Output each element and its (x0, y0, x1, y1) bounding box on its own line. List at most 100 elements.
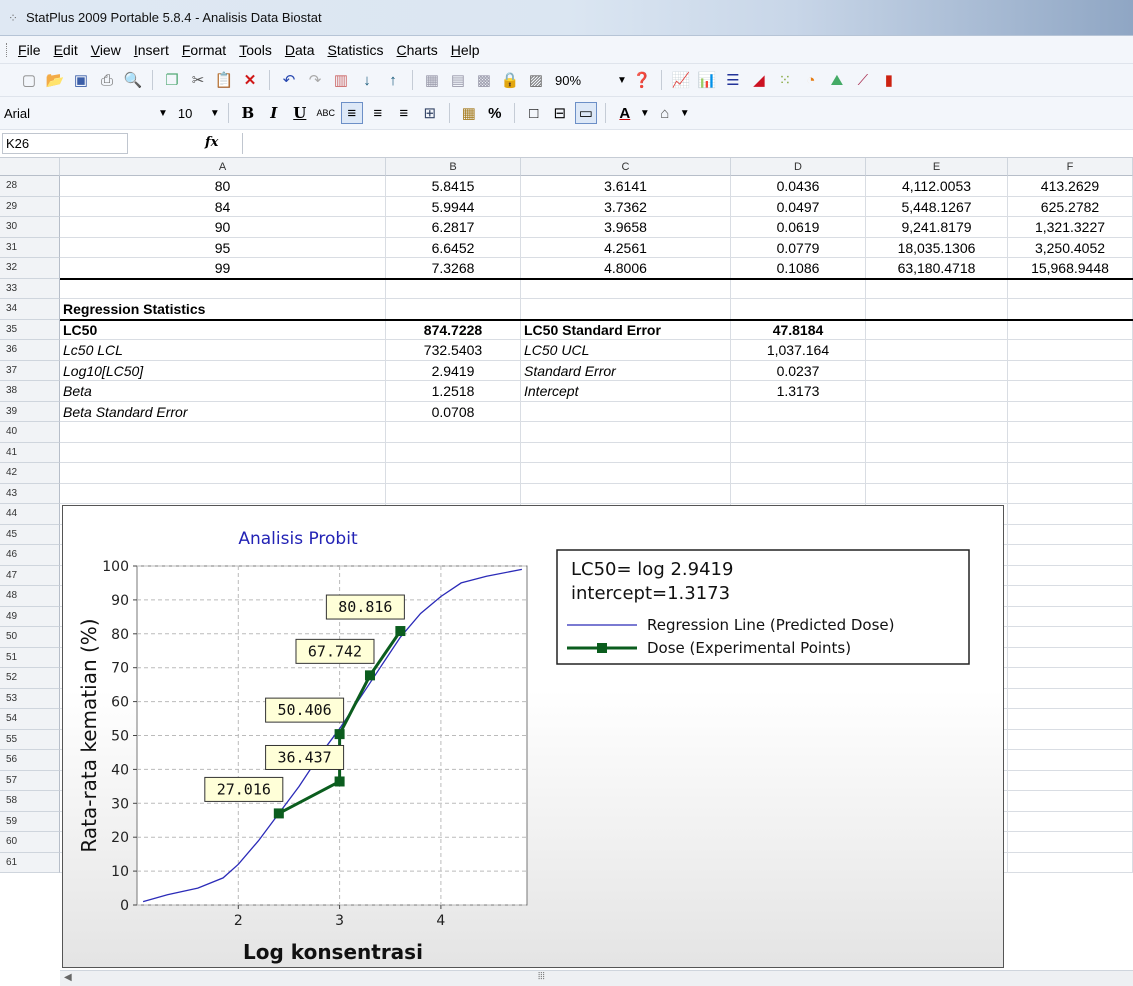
grid-cell[interactable]: 90 (60, 217, 386, 238)
grid-cell[interactable]: 732.5403 (386, 340, 521, 361)
grid-cell[interactable] (60, 442, 386, 463)
row-header[interactable]: 28 (0, 176, 60, 197)
grid-cell[interactable] (1008, 832, 1133, 853)
grid-cell[interactable]: 0.1086 (731, 258, 866, 279)
grid-cell[interactable] (866, 340, 1008, 361)
grid-cell[interactable]: 6.2817 (386, 217, 521, 238)
grid-cell[interactable] (386, 463, 521, 484)
font-select[interactable]: Arial (4, 106, 154, 121)
grid-cell[interactable] (866, 442, 1008, 463)
grid-cell[interactable] (866, 401, 1008, 422)
italic-icon[interactable]: I (263, 102, 285, 124)
zoom-select[interactable]: 90% (551, 73, 613, 88)
grid-cell[interactable] (731, 442, 866, 463)
grid-cell[interactable] (866, 319, 1008, 340)
grid-cell[interactable] (866, 463, 1008, 484)
grid-icon[interactable]: ▦ (421, 69, 443, 91)
column-header-a[interactable]: A (60, 158, 386, 176)
grid-cell[interactable] (1008, 299, 1133, 320)
scrollbar-grip-icon[interactable]: ⦙⦙⦙ (538, 971, 545, 982)
align-center-icon[interactable]: ≡ (367, 102, 389, 124)
grid-cell[interactable]: 0.0708 (386, 401, 521, 422)
table-icon[interactable]: ▤ (447, 69, 469, 91)
menu-statistics[interactable]: Statistics (327, 42, 383, 58)
row-header[interactable]: 29 (0, 196, 60, 217)
sort-ascending-icon[interactable]: ↓ (356, 69, 378, 91)
grid-cell[interactable] (1008, 606, 1133, 627)
chart-object[interactable]: 0 10 20 30 40 50 60 70 80 90 100 2 3 4 Analisis Probit… (62, 505, 1004, 968)
grid-cell[interactable]: 3.6141 (521, 176, 731, 197)
align-left-icon[interactable]: ≡ (340, 102, 363, 124)
row-header[interactable]: 36 (0, 340, 60, 361)
clear-icon[interactable]: ▨ (525, 69, 547, 91)
grid-cell[interactable] (1008, 791, 1133, 812)
function-icon[interactable]: fx (205, 135, 218, 150)
grid-cell[interactable] (1008, 360, 1133, 381)
grid-cell[interactable] (731, 483, 866, 504)
menu-view[interactable]: View (91, 42, 121, 58)
font-color-dropdown-icon[interactable]: ▼ (640, 108, 650, 119)
row-header[interactable]: 61 (0, 852, 60, 873)
grid-cell[interactable] (1008, 647, 1133, 668)
grid-cell[interactable] (60, 278, 386, 299)
row-header[interactable]: 53 (0, 688, 60, 709)
font-dropdown-icon[interactable]: ▼ (158, 108, 168, 119)
grid-cell[interactable]: 1.3173 (731, 381, 866, 402)
grid-cell[interactable] (521, 442, 731, 463)
name-box[interactable]: K26 (2, 133, 128, 154)
bar-chart-icon[interactable]: 📊 (696, 69, 718, 91)
row-header[interactable]: 35 (0, 319, 60, 340)
grid-cell[interactable] (1008, 319, 1133, 340)
column-header-c[interactable]: C (521, 158, 731, 176)
row-header[interactable]: 37 (0, 360, 60, 381)
grid-cell[interactable] (1008, 463, 1133, 484)
row-header[interactable]: 40 (0, 422, 60, 443)
grid-cell[interactable]: Beta (60, 381, 386, 402)
radar-chart-icon[interactable]: ⟋ (852, 69, 874, 91)
column-header-b[interactable]: B (386, 158, 521, 176)
row-header[interactable]: 34 (0, 299, 60, 320)
border-bottom-icon[interactable]: ▭ (574, 102, 597, 124)
scatter-chart-icon[interactable]: ⁙ (774, 69, 796, 91)
menu-tools[interactable]: Tools (239, 42, 272, 58)
fill-color-icon[interactable]: ⌂ (654, 102, 676, 124)
row-header[interactable]: 47 (0, 565, 60, 586)
grid-cell[interactable] (866, 278, 1008, 299)
zoom-dropdown-icon[interactable]: ▼ (617, 75, 627, 86)
grid-cell[interactable] (1008, 340, 1133, 361)
grid-cell[interactable]: 3.9658 (521, 217, 731, 238)
grid-cell[interactable]: 0.0237 (731, 360, 866, 381)
align-right-icon[interactable]: ≡ (393, 102, 415, 124)
horizontal-bar-chart-icon[interactable]: ☰ (722, 69, 744, 91)
horizontal-scrollbar[interactable]: ◀ ⦙⦙⦙ (60, 970, 1133, 986)
grid-cell[interactable]: 4.8006 (521, 258, 731, 279)
grid-cell[interactable]: 4.2561 (521, 237, 731, 258)
grid-cell[interactable]: 4,112.0053 (866, 176, 1008, 197)
grid-cell[interactable] (731, 299, 866, 320)
save-icon[interactable]: ▣ (70, 69, 92, 91)
row-header[interactable]: 51 (0, 647, 60, 668)
row-header[interactable]: 30 (0, 217, 60, 238)
grid-cell[interactable] (521, 278, 731, 299)
column-header-e[interactable]: E (866, 158, 1008, 176)
grid-cell[interactable] (1008, 422, 1133, 443)
grid-cell[interactable]: LC50 Standard Error (521, 319, 731, 340)
grid-cell[interactable] (60, 463, 386, 484)
row-header[interactable]: 52 (0, 668, 60, 689)
menu-insert[interactable]: Insert (134, 42, 169, 58)
font-size-dropdown-icon[interactable]: ▼ (210, 108, 220, 119)
grid-cell[interactable]: 0.0779 (731, 237, 866, 258)
grid-cell[interactable] (866, 483, 1008, 504)
grid-cell[interactable]: 5,448.1267 (866, 196, 1008, 217)
merge-icon[interactable]: ▩ (473, 69, 495, 91)
grid-cell[interactable]: 5.9944 (386, 196, 521, 217)
grid-cell[interactable] (866, 422, 1008, 443)
font-size-select[interactable]: 10 (172, 106, 206, 121)
grid-cell[interactable] (386, 278, 521, 299)
grid-cell[interactable] (1008, 442, 1133, 463)
fill-color-dropdown-icon[interactable]: ▼ (680, 108, 690, 119)
paste-icon[interactable]: 📋 (213, 69, 235, 91)
grid-cell[interactable] (1008, 852, 1133, 873)
grid-cell[interactable]: 1.2518 (386, 381, 521, 402)
font-color-icon[interactable]: A (614, 102, 636, 124)
